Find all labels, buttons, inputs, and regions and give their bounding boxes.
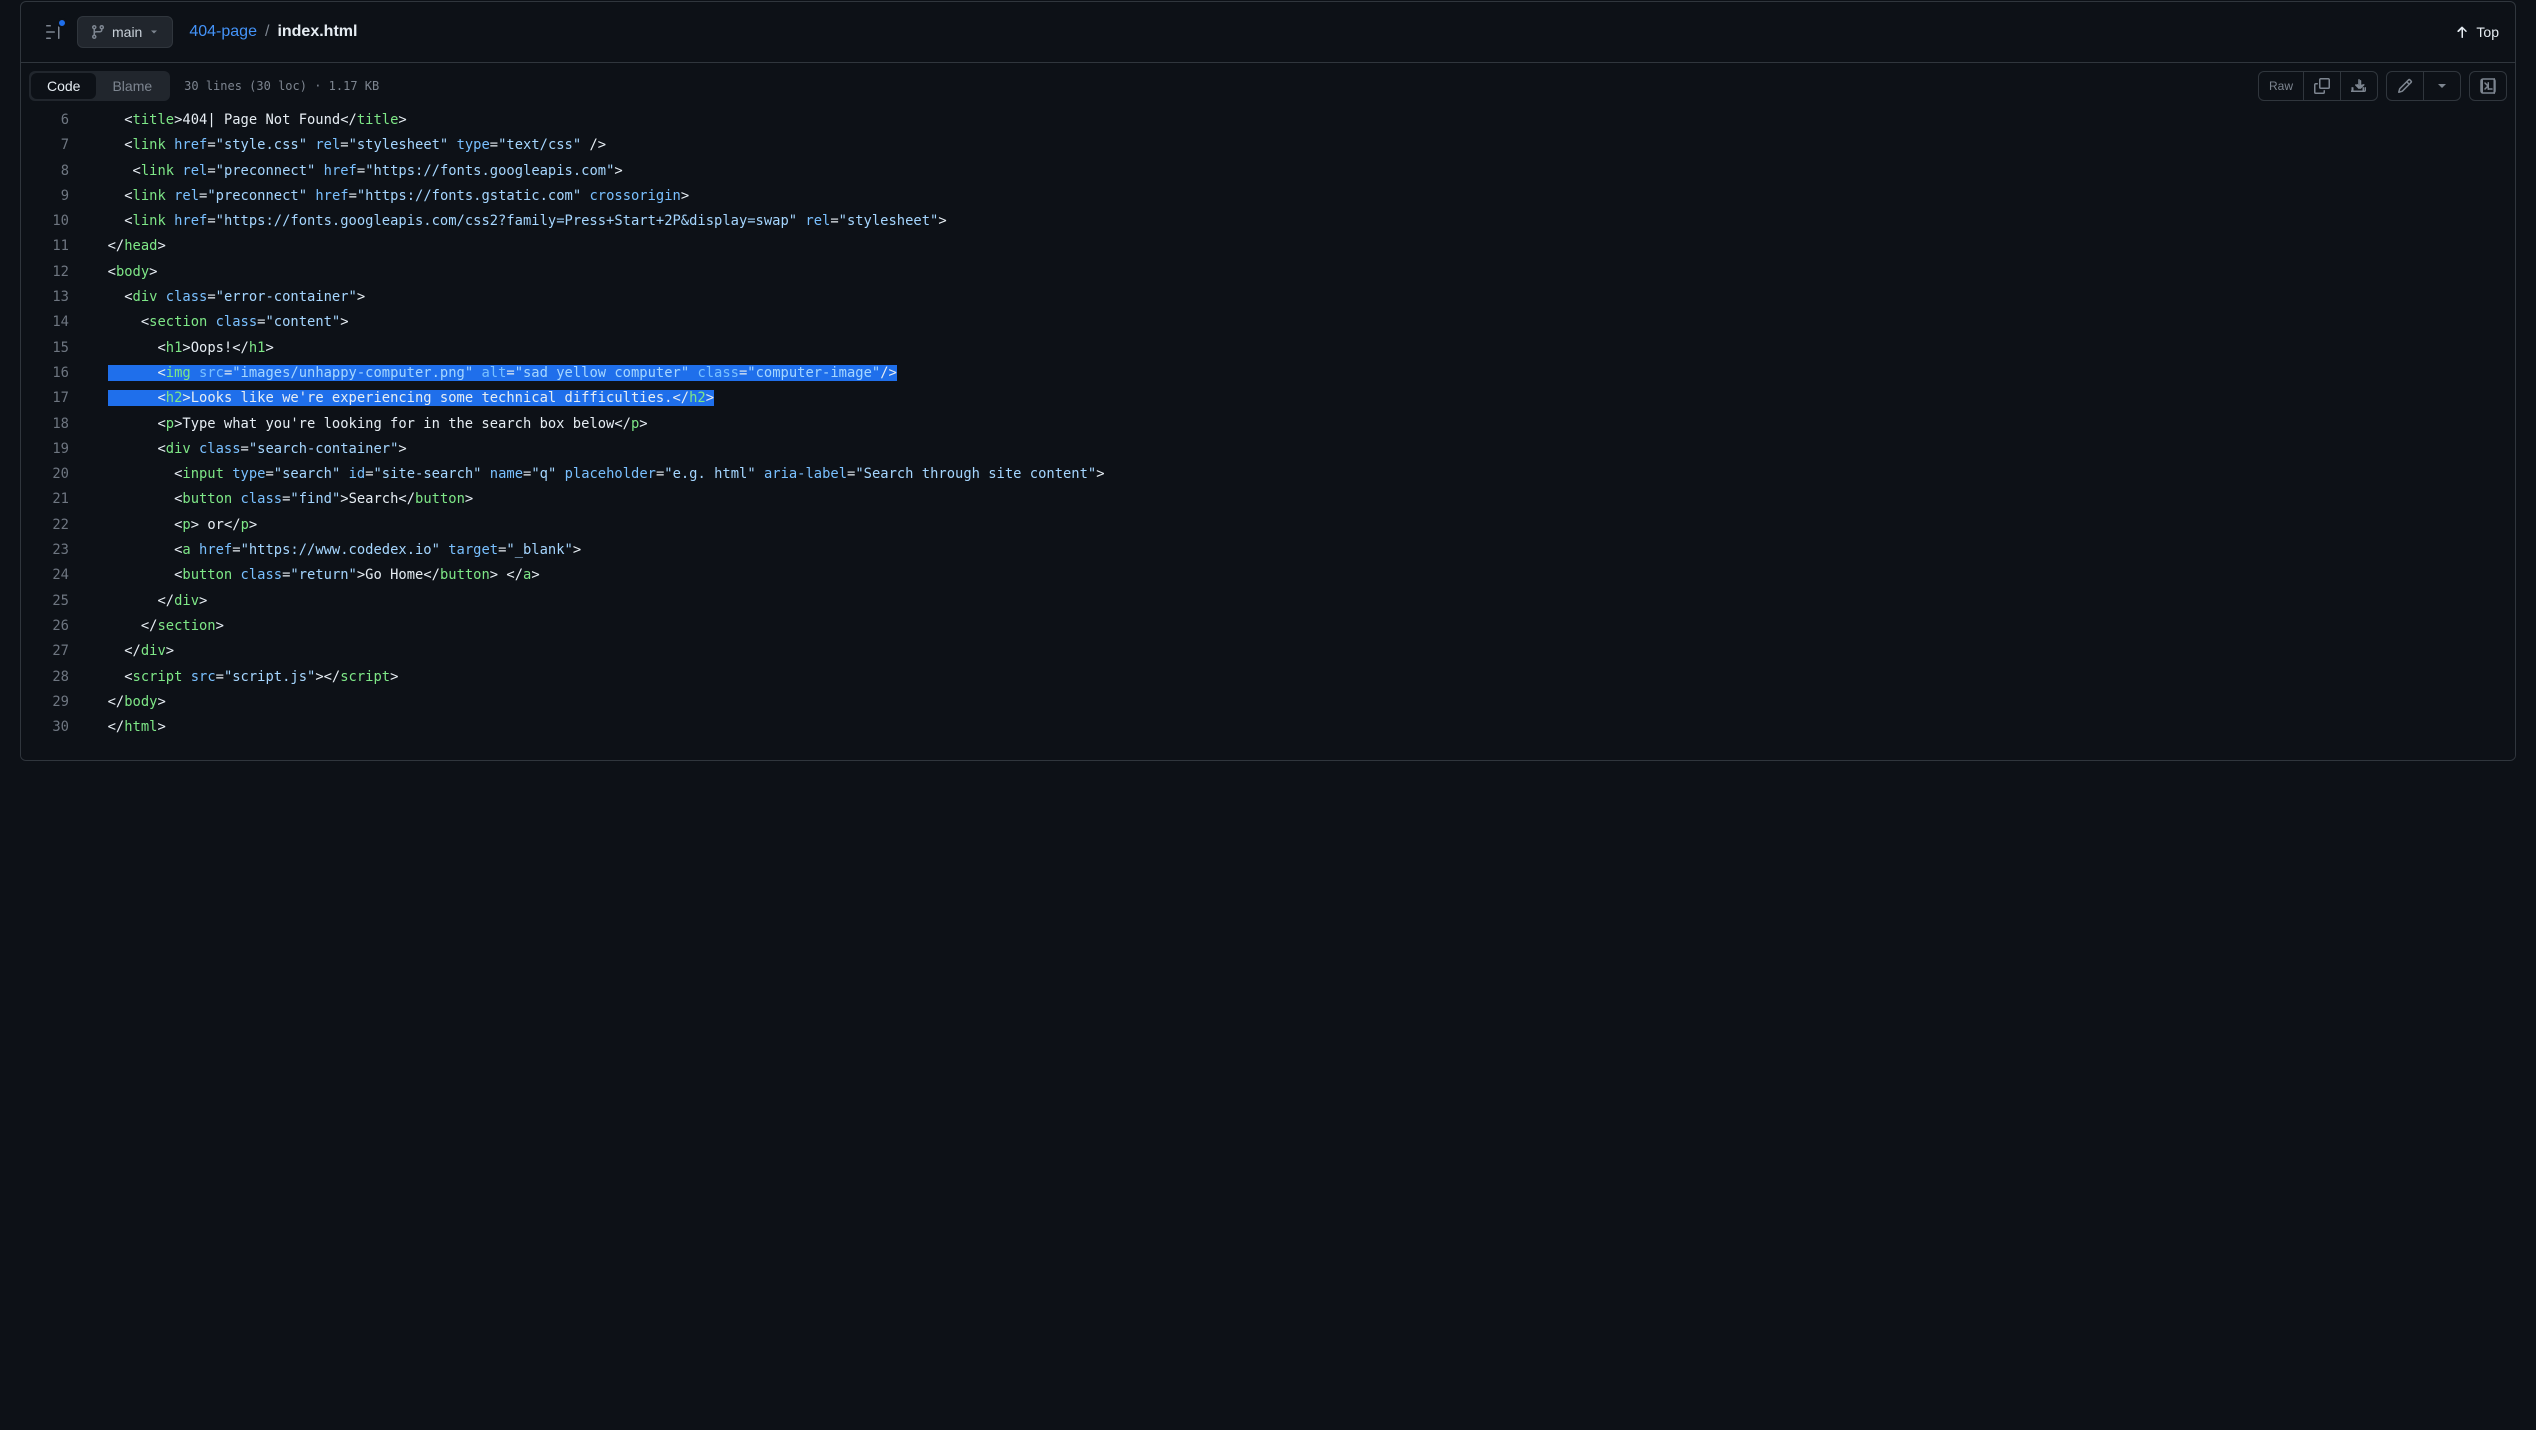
view-tabs: Code Blame	[29, 71, 170, 101]
code-toolbar: Code Blame 30 lines (30 loc) · 1.17 KB R…	[21, 62, 2515, 108]
raw-button[interactable]: Raw	[2259, 72, 2304, 100]
copy-button[interactable]	[2304, 72, 2341, 100]
code-line[interactable]: 18 <p>Type what you're looking for in th…	[21, 412, 2515, 437]
edit-button[interactable]	[2387, 72, 2424, 100]
branch-name: main	[112, 24, 142, 40]
breadcrumb-file: index.html	[277, 23, 357, 41]
code-line[interactable]: 15 <h1>Oops!</h1>	[21, 336, 2515, 361]
code-line[interactable]: 7 <link href="style.css" rel="stylesheet…	[21, 133, 2515, 158]
code-line[interactable]: 29 </body>	[21, 690, 2515, 715]
code-line[interactable]: 12 <body>	[21, 260, 2515, 285]
symbols-button[interactable]	[2470, 72, 2506, 100]
code-line[interactable]: 27 </div>	[21, 639, 2515, 664]
file-tree-toggle[interactable]	[37, 16, 69, 48]
code-line[interactable]: 13 <div class="error-container">	[21, 285, 2515, 310]
code-line[interactable]: 25 </div>	[21, 589, 2515, 614]
code-line[interactable]: 22 <p> or</p>	[21, 513, 2515, 538]
top-label: Top	[2476, 24, 2499, 40]
code-line[interactable]: 6 <title>404| Page Not Found</title>	[21, 108, 2515, 133]
pencil-icon	[2397, 78, 2413, 94]
notification-dot-icon	[57, 18, 67, 28]
code-line[interactable]: 28 <script src="script.js"></script>	[21, 665, 2515, 690]
code-line[interactable]: 19 <div class="search-container">	[21, 437, 2515, 462]
tab-code[interactable]: Code	[31, 73, 96, 99]
download-button[interactable]	[2341, 72, 2377, 100]
code-line[interactable]: 10 <link href="https://fonts.googleapis.…	[21, 209, 2515, 234]
edit-dropdown[interactable]	[2424, 72, 2460, 100]
code-line[interactable]: 30 </html>	[21, 715, 2515, 740]
file-header: main 404-page / index.html Top	[21, 2, 2515, 62]
chevron-down-icon	[148, 26, 160, 38]
code-line[interactable]: 24 <button class="return">Go Home</butto…	[21, 563, 2515, 588]
chevron-down-icon	[2434, 78, 2450, 94]
code-line[interactable]: 26 </section>	[21, 614, 2515, 639]
download-icon	[2351, 78, 2367, 94]
symbols-icon	[2480, 78, 2496, 94]
file-info: 30 lines (30 loc) · 1.17 KB	[184, 79, 379, 93]
code-line[interactable]: 9 <link rel="preconnect" href="https://f…	[21, 184, 2515, 209]
arrow-up-icon	[2454, 24, 2470, 40]
copy-icon	[2314, 78, 2330, 94]
breadcrumb: 404-page / index.html	[189, 23, 357, 41]
branch-selector[interactable]: main	[77, 16, 173, 48]
code-line[interactable]: 11 </head>	[21, 234, 2515, 259]
tab-blame[interactable]: Blame	[96, 73, 168, 99]
breadcrumb-dir-link[interactable]: 404-page	[189, 23, 257, 41]
breadcrumb-separator: /	[265, 23, 269, 41]
jump-to-top-button[interactable]: Top	[2454, 24, 2499, 40]
code-line[interactable]: 16 <img src="images/unhappy-computer.png…	[21, 361, 2515, 386]
branch-icon	[90, 24, 106, 40]
code-line[interactable]: 14 <section class="content">	[21, 310, 2515, 335]
code-line[interactable]: 23 <a href="https://www.codedex.io" targ…	[21, 538, 2515, 563]
code-line[interactable]: 17 <h2>Looks like we're experiencing som…	[21, 386, 2515, 411]
code-editor[interactable]: 6 <title>404| Page Not Found</title>7 <l…	[21, 108, 2515, 760]
code-line[interactable]: 8 <link rel="preconnect" href="https://f…	[21, 159, 2515, 184]
code-line[interactable]: 21 <button class="find">Search</button>	[21, 487, 2515, 512]
code-line[interactable]: 20 <input type="search" id="site-search"…	[21, 462, 2515, 487]
